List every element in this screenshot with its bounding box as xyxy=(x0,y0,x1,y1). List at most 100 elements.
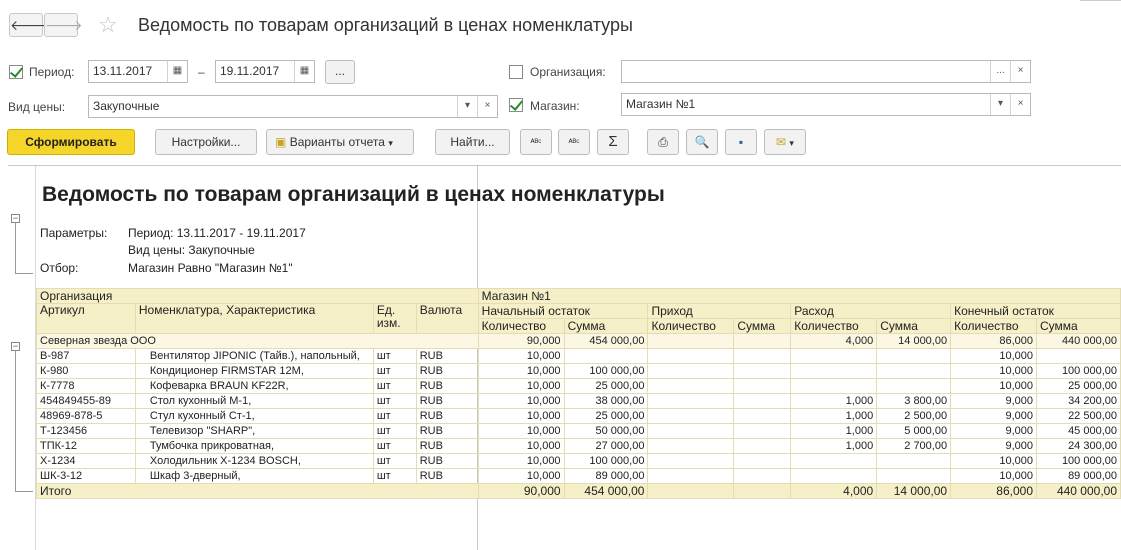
collapse-params-icon[interactable]: − xyxy=(11,214,20,223)
org-field[interactable]: ... × xyxy=(621,60,1031,83)
table-row[interactable]: К-980 Кондиционер FIRMSTAR 12M, шт RUB 10,00… xyxy=(36,363,1121,379)
cell: 86,000 xyxy=(950,483,1037,499)
window-title: Ведомость по товарам организаций в ценах… xyxy=(138,15,633,35)
cell: Тумбочка прикроватная, xyxy=(134,438,374,454)
cell: 14 000,00 xyxy=(876,333,952,349)
cell: Вентилятор JIPONIC (Тайв.), напольный, xyxy=(134,348,374,364)
table-row[interactable]: ТПК-12 Тумбочка прикроватная, шт RUB 10,000 2… xyxy=(36,438,1121,454)
cell xyxy=(790,363,878,379)
cell: 10,000 xyxy=(950,363,1037,379)
clear-icon[interactable]: × xyxy=(1010,61,1030,82)
collapse-group-icon[interactable]: − xyxy=(11,342,20,351)
cell: RUB xyxy=(415,453,479,469)
collapse-groups-icon[interactable]: ᴬᴮᶜ xyxy=(558,129,590,155)
period-select-button[interactable]: ... xyxy=(325,60,355,84)
period-to-value: 19.11.2017 xyxy=(220,64,280,78)
favorite-star-icon[interactable]: ☆ xyxy=(98,12,118,38)
print-icon[interactable]: ⎙ xyxy=(647,129,679,155)
cell: 2 700,00 xyxy=(876,438,952,454)
cell xyxy=(733,408,792,424)
cell: 440 000,00 xyxy=(1036,333,1121,349)
cell: 9,000 xyxy=(950,393,1037,409)
cell: 9,000 xyxy=(950,423,1037,439)
cell xyxy=(733,393,792,409)
cell: 10,000 xyxy=(477,378,565,394)
cell: 14 000,00 xyxy=(876,483,952,499)
table-row[interactable]: К-7778 Кофеварка BRAUN KF22R, шт RUB 10,000 2… xyxy=(36,378,1121,394)
header-income: Приход xyxy=(647,303,792,319)
cell xyxy=(647,393,735,409)
table-row[interactable]: Х-1234 Холодильник Х-1234 BOSCH, шт RUB 10,0… xyxy=(36,453,1121,469)
cell: Холодильник Х-1234 BOSCH, xyxy=(134,453,374,469)
header-shop: Магазин №1 xyxy=(477,288,1121,304)
cell: 25 000,00 xyxy=(1036,378,1121,394)
header-article: Артикул xyxy=(36,303,136,334)
dropdown-icon[interactable]: ▾ xyxy=(457,96,477,117)
cell: 50 000,00 xyxy=(563,423,649,439)
cell: 9,000 xyxy=(950,438,1037,454)
cell: 10,000 xyxy=(477,438,565,454)
cell: шт xyxy=(372,453,417,469)
back-button[interactable]: 🡐 xyxy=(9,13,48,37)
cell xyxy=(733,453,792,469)
cell: 10,000 xyxy=(477,408,565,424)
clear-icon[interactable]: × xyxy=(477,96,497,117)
cell: 100 000,00 xyxy=(563,363,649,379)
mail-icon[interactable]: ✉ ▾ xyxy=(764,129,806,155)
expand-groups-icon[interactable]: ᴬᴮᶜ xyxy=(520,129,552,155)
cell: 4,000 xyxy=(790,333,878,349)
period-from-field[interactable]: 13.11.2017 ▦ xyxy=(88,60,188,83)
calendar-icon[interactable]: ▦ xyxy=(294,61,314,82)
params-period: Период: 13.11.2017 - 19.11.2017 xyxy=(128,226,306,240)
cell xyxy=(876,468,952,484)
forward-button[interactable]: 🡒 xyxy=(44,13,83,37)
cell xyxy=(647,348,735,364)
folder-icon: ▣ xyxy=(275,135,287,149)
header-expense: Расход xyxy=(790,303,952,319)
filter-value: Магазин Равно "Магазин №1" xyxy=(128,261,293,275)
shop-label: Магазин: xyxy=(530,99,580,113)
arrow-left-icon: 🡐 xyxy=(10,17,48,33)
report-variants-button[interactable]: ▣ Варианты отчета ▾ xyxy=(266,129,414,155)
cell: 454849455-89 xyxy=(36,393,136,409)
price-type-field[interactable]: Закупочные ▾ × xyxy=(88,95,498,118)
cell: 10,000 xyxy=(477,363,565,379)
cell: RUB xyxy=(415,378,479,394)
group-row[interactable]: Северная звезда ООО 90,000 454 000,00 4,… xyxy=(36,333,1121,349)
cell: 25 000,00 xyxy=(563,408,649,424)
dropdown-icon[interactable]: ▾ xyxy=(990,94,1010,115)
cell: 1,000 xyxy=(790,408,878,424)
cell: 25 000,00 xyxy=(563,378,649,394)
cell: В-987 xyxy=(36,348,136,364)
cell: RUB xyxy=(415,468,479,484)
calendar-icon[interactable]: ▦ xyxy=(167,61,187,82)
cell: Стул кухонный Ст-1, xyxy=(134,408,374,424)
table-row[interactable]: 454849455-89 Стол кухонный М-1, шт RUB 10,00… xyxy=(36,393,1121,409)
cell xyxy=(647,483,735,499)
table-row[interactable]: ШК-3-12 Шкаф 3-дверный, шт RUB 10,000 89 000,… xyxy=(36,468,1121,484)
sum-icon[interactable]: Σ xyxy=(597,129,629,155)
period-to-field[interactable]: 19.11.2017 ▦ xyxy=(215,60,315,83)
price-type-label: Вид цены: xyxy=(8,100,66,114)
table-row[interactable]: 48969-878-5 Стул кухонный Ст-1, шт RUB 10,00… xyxy=(36,408,1121,424)
period-checkbox[interactable] xyxy=(9,65,23,79)
table-row[interactable]: В-987 Вентилятор JIPONIC (Тайв.), напольн… xyxy=(36,348,1121,364)
org-checkbox[interactable] xyxy=(509,65,523,79)
period-from-value: 13.11.2017 xyxy=(93,64,153,78)
cell: Т-123456 xyxy=(36,423,136,439)
group-gutter: − − xyxy=(8,166,36,550)
generate-button[interactable]: Сформировать xyxy=(7,129,135,155)
cell xyxy=(647,408,735,424)
table-row[interactable]: Т-123456 Телевизор "SHARP", шт RUB 10,000 50 … xyxy=(36,423,1121,439)
cell: 100 000,00 xyxy=(1036,453,1121,469)
header-sum: Сумма xyxy=(876,318,952,334)
clear-icon[interactable]: × xyxy=(1010,94,1030,115)
preview-icon[interactable]: 🔍 xyxy=(686,129,718,155)
select-dots-icon[interactable]: ... xyxy=(990,61,1010,82)
settings-button[interactable]: Настройки... xyxy=(155,129,257,155)
cell: 1,000 xyxy=(790,393,878,409)
shop-checkbox[interactable] xyxy=(509,98,523,112)
find-button[interactable]: Найти... xyxy=(435,129,510,155)
save-icon[interactable]: ▪ xyxy=(725,129,757,155)
shop-field[interactable]: Магазин №1 ▾ × xyxy=(621,93,1031,116)
